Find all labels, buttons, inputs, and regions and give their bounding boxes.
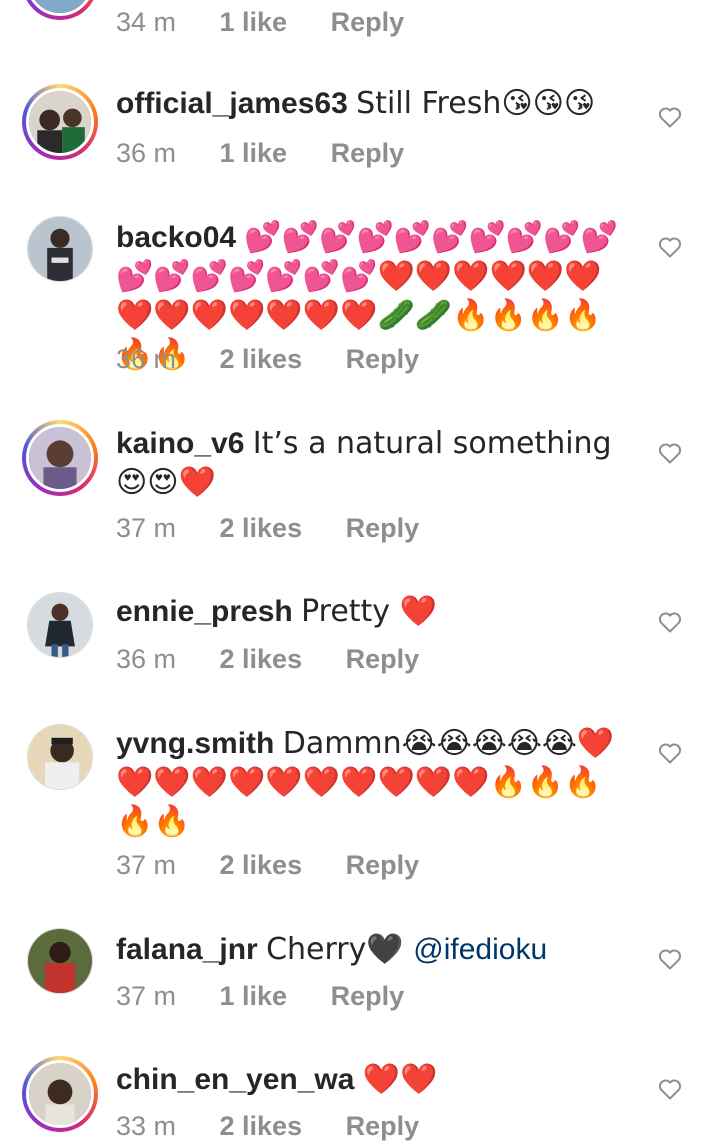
comment-time: 37 m <box>116 513 177 543</box>
comment-likes[interactable]: 1 like <box>220 7 288 38</box>
comment-time: 33 m <box>116 1111 177 1141</box>
commenter-avatar[interactable] <box>27 216 93 282</box>
commenter-avatar[interactable] <box>22 0 98 20</box>
comment-time: 36 m <box>116 138 177 168</box>
comment-time: 34 m <box>116 7 177 37</box>
comment-likes[interactable]: 1 like <box>220 138 288 169</box>
comment-meta: 36 m 2 likes Reply <box>116 344 419 375</box>
reply-button[interactable]: Reply <box>346 1111 420 1142</box>
comment-body: Pretty ❤️ <box>301 594 437 629</box>
comment-text: official_james63 Still Fresh😘😘😘 <box>116 84 636 123</box>
reply-button[interactable]: Reply <box>331 7 405 38</box>
commenter-avatar[interactable] <box>27 928 93 994</box>
like-heart-icon[interactable] <box>658 948 682 970</box>
comment-time: 36 m <box>116 344 177 374</box>
comment-username[interactable]: backo04 <box>116 221 236 254</box>
comment-time: 37 m <box>116 850 177 880</box>
comment-username[interactable]: official_james63 <box>116 87 348 120</box>
reply-button[interactable]: Reply <box>331 981 405 1012</box>
like-heart-icon[interactable] <box>658 442 682 464</box>
comment-username[interactable]: ennie_presh <box>116 595 293 628</box>
comment-meta: 37 m 2 likes Reply <box>116 513 419 544</box>
comment-likes[interactable]: 1 like <box>220 981 288 1012</box>
comment-meta: 34 m 1 like Reply <box>116 7 404 38</box>
comment-username[interactable]: kaino_v6 <box>116 427 244 460</box>
commenter-avatar[interactable] <box>22 1056 98 1132</box>
comment-likes[interactable]: 2 likes <box>220 850 303 881</box>
reply-button[interactable]: Reply <box>346 513 420 544</box>
reply-button[interactable]: Reply <box>346 850 420 881</box>
comment-meta: 36 m 1 like Reply <box>116 138 404 169</box>
comment-meta: 37 m 1 like Reply <box>116 981 404 1012</box>
comment-time: 37 m <box>116 981 177 1011</box>
commenter-avatar[interactable] <box>27 592 93 658</box>
reply-button[interactable]: Reply <box>331 138 405 169</box>
comment-mention[interactable]: @ifedioku <box>413 933 547 966</box>
comment-text: kaino_v6 It’s a natural something 😍😍❤️ <box>116 424 636 502</box>
comment-meta: 33 m 2 likes Reply <box>116 1111 419 1142</box>
comment-text: ennie_presh Pretty ❤️ <box>116 592 636 631</box>
like-heart-icon[interactable] <box>658 742 682 764</box>
like-heart-icon[interactable] <box>658 611 682 633</box>
reply-button[interactable]: Reply <box>346 644 420 675</box>
comment-username[interactable]: chin_en_yen_wa <box>116 1063 354 1096</box>
commenter-avatar[interactable] <box>22 420 98 496</box>
reply-button[interactable]: Reply <box>346 344 420 375</box>
comment-time: 36 m <box>116 644 177 674</box>
comment-likes[interactable]: 2 likes <box>220 644 303 675</box>
comment-body: ❤️❤️ <box>362 1062 438 1097</box>
comment-likes[interactable]: 2 likes <box>220 513 303 544</box>
like-heart-icon[interactable] <box>658 106 682 128</box>
commenter-avatar[interactable] <box>22 84 98 160</box>
comment-username[interactable]: yvng.smith <box>116 727 274 760</box>
comment-likes[interactable]: 2 likes <box>220 344 303 375</box>
comment-body: Cherry🖤 <box>266 932 414 967</box>
comment-likes[interactable]: 2 likes <box>220 1111 303 1142</box>
comment-username[interactable]: falana_jnr <box>116 933 258 966</box>
commenter-avatar[interactable] <box>27 724 93 790</box>
comments-list: 34 m 1 like Reply official_james63 Still… <box>0 0 720 1142</box>
comment-text: falana_jnr Cherry🖤 @ifedioku <box>116 930 636 969</box>
comment-text: chin_en_yen_wa ❤️❤️ <box>116 1060 636 1099</box>
like-heart-icon[interactable] <box>658 1078 682 1100</box>
comment-meta: 37 m 2 likes Reply <box>116 850 419 881</box>
comment-meta: 36 m 2 likes Reply <box>116 644 419 675</box>
like-heart-icon[interactable] <box>658 236 682 258</box>
comment-body: Still Fresh😘😘😘 <box>356 86 596 121</box>
comment-text: yvng.smith Dammn😭😭😭😭😭❤️❤️❤️❤️❤️❤️❤️❤️❤️❤… <box>116 724 636 841</box>
